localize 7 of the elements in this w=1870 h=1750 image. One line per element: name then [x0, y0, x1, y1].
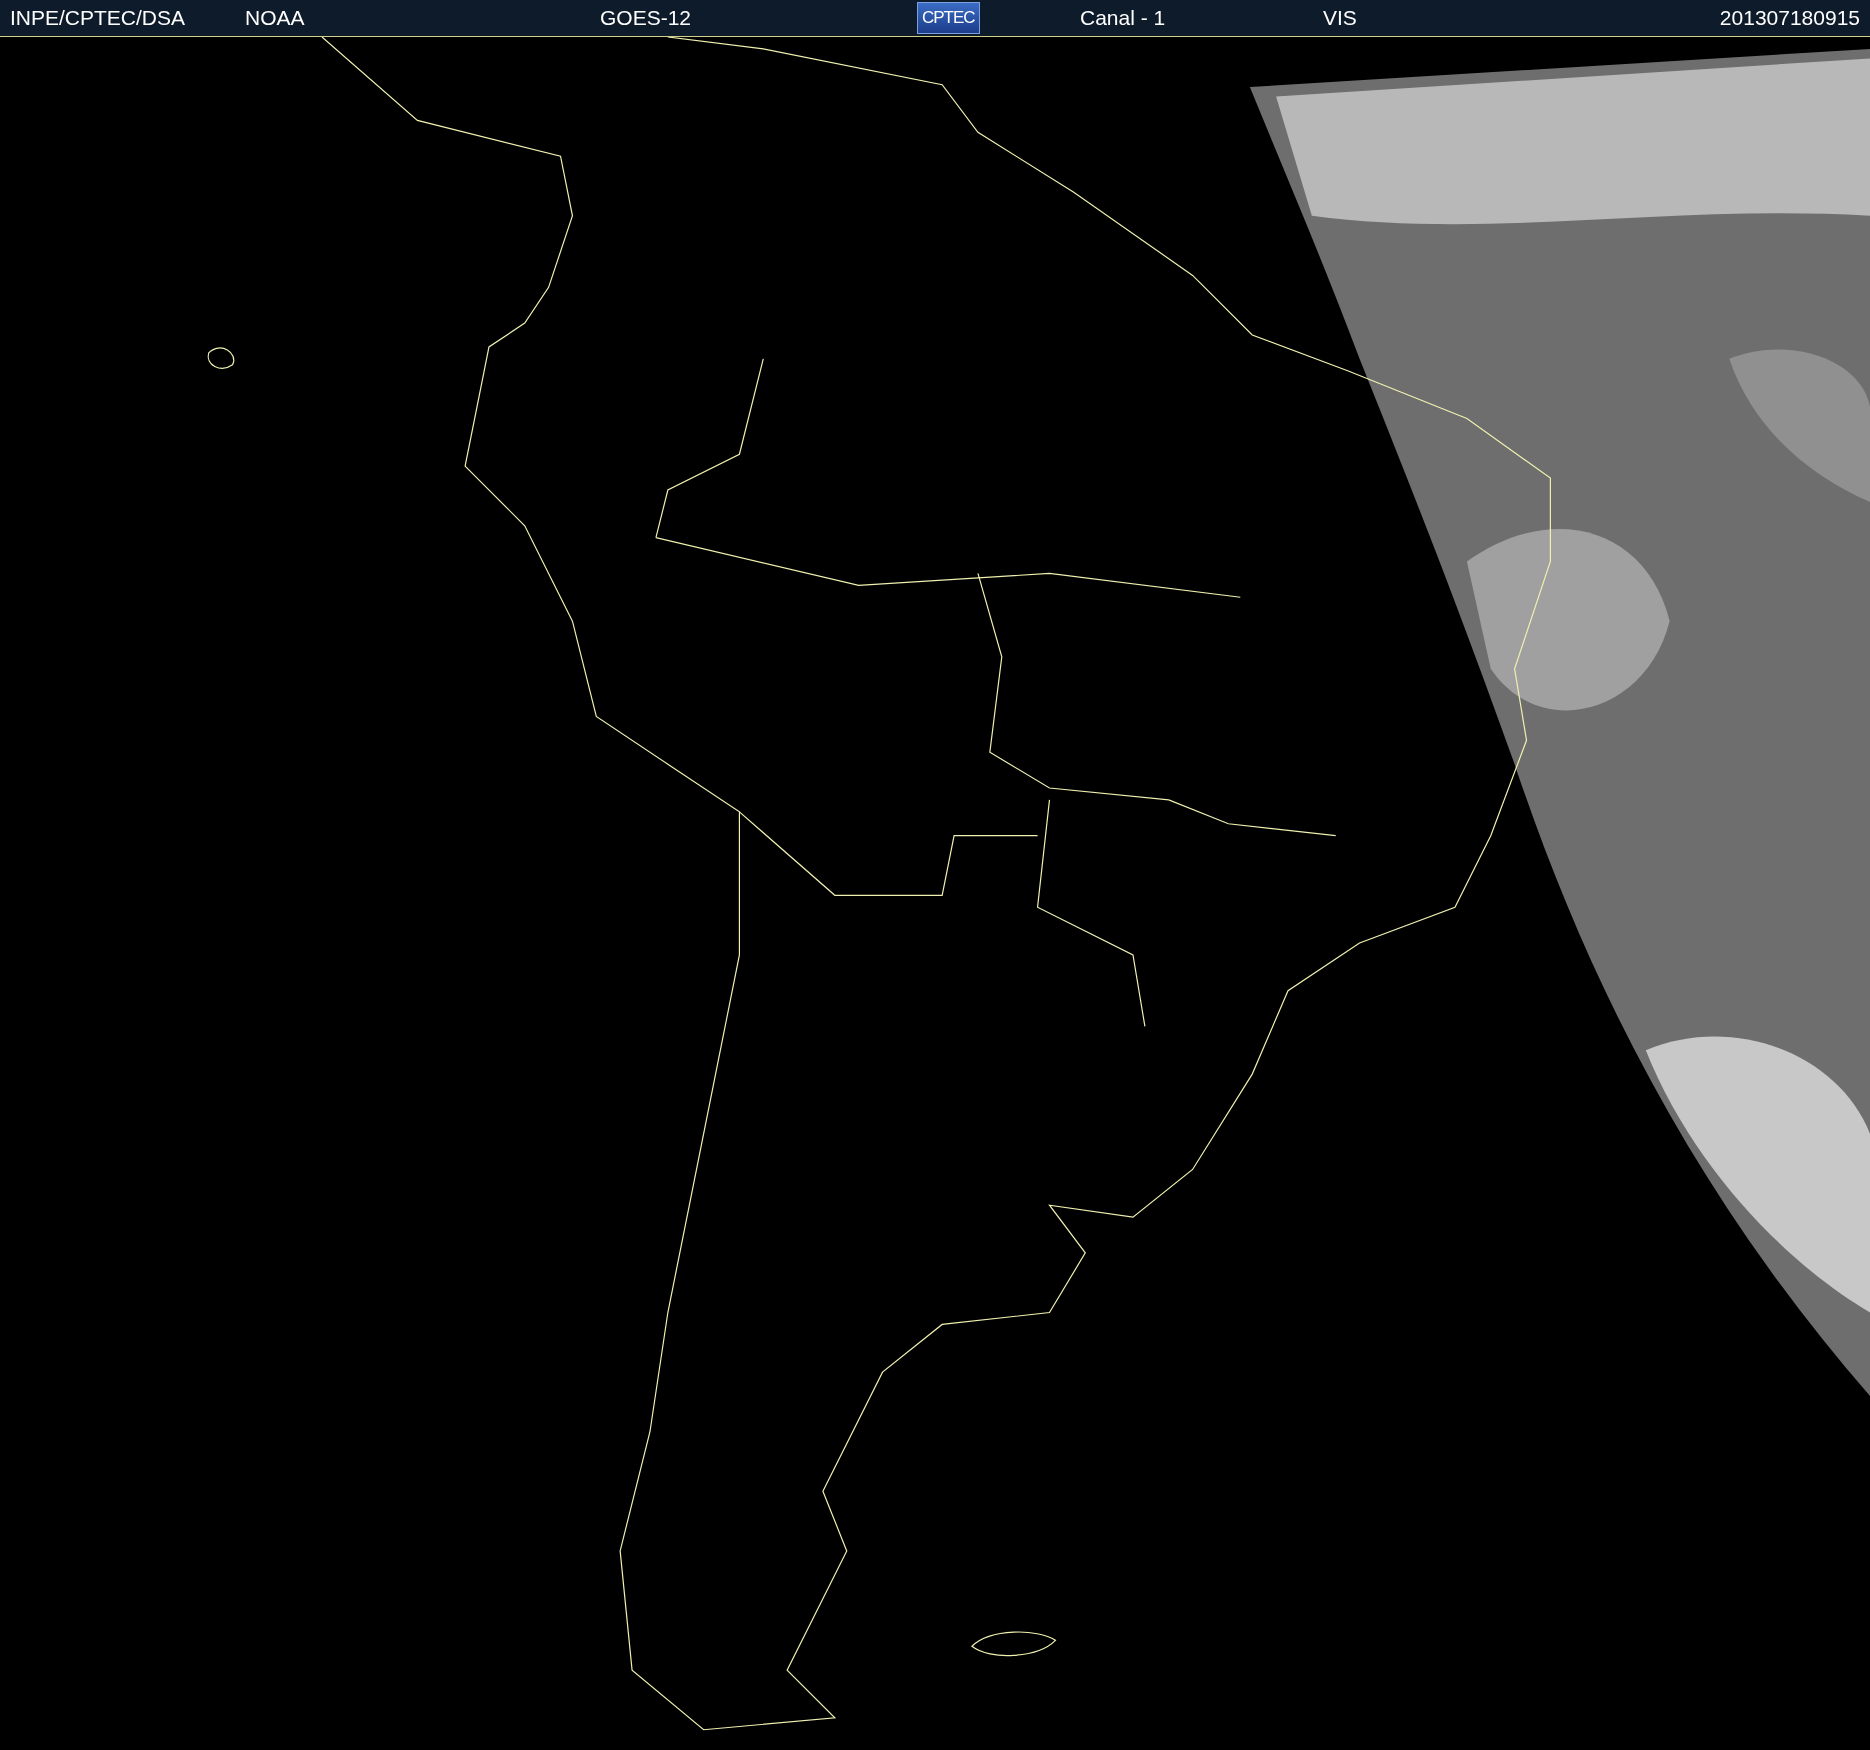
header-label: INPE/CPTEC/DSA — [10, 6, 186, 30]
header-label: VIS — [1323, 6, 1357, 30]
header-label: NOAA — [245, 6, 305, 30]
header-label: Canal - 1 — [1080, 6, 1166, 30]
logo: CPTEC — [917, 2, 980, 34]
header-label: 201307180915 — [1719, 6, 1860, 30]
header-label: GOES-12 — [600, 6, 692, 30]
